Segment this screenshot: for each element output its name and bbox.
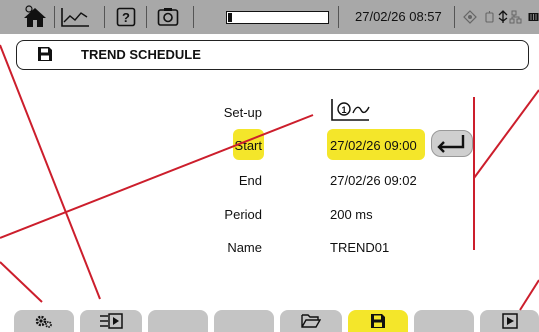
align-play-icon bbox=[100, 313, 123, 329]
home-icon[interactable] bbox=[20, 0, 50, 34]
empty-fkey-4[interactable] bbox=[214, 310, 274, 332]
status-separator bbox=[338, 6, 339, 28]
play-fkey[interactable] bbox=[480, 310, 539, 332]
period-label: Period bbox=[224, 207, 262, 222]
enter-icon bbox=[437, 135, 465, 153]
page-title: TREND SCHEDULE bbox=[81, 47, 201, 62]
annotation-line bbox=[0, 114, 314, 239]
name-value: TREND01 bbox=[330, 240, 390, 255]
datetime: 27/02/26 08:57 bbox=[355, 9, 442, 24]
start-label: Start bbox=[234, 138, 262, 153]
start-value-field[interactable]: 27/02/26 09:00 bbox=[330, 138, 417, 153]
name-label: Name bbox=[227, 240, 262, 255]
annotation-line bbox=[0, 44, 101, 300]
gps-icon bbox=[462, 0, 478, 34]
trend-setup-1-icon[interactable]: 1 bbox=[329, 97, 373, 128]
empty-fkey-3[interactable] bbox=[148, 310, 208, 332]
help-icon[interactable]: ? bbox=[114, 0, 138, 34]
status-separator bbox=[54, 6, 55, 28]
title-bar: TREND SCHEDULE bbox=[16, 40, 529, 70]
battery-level bbox=[228, 13, 233, 22]
annotation-line bbox=[473, 89, 539, 179]
svg-text:1: 1 bbox=[341, 105, 346, 115]
status-bar: ? 27/02/26 08:57 bbox=[0, 0, 539, 34]
usb-network-icon bbox=[484, 0, 524, 34]
settings-fkey[interactable] bbox=[14, 310, 74, 332]
status-separator bbox=[454, 6, 455, 28]
save-icon bbox=[371, 314, 385, 328]
floppy-disk-icon bbox=[37, 46, 53, 67]
end-value: 27/02/26 09:02 bbox=[330, 173, 417, 188]
memory-icon bbox=[528, 0, 539, 34]
camera-icon[interactable] bbox=[155, 0, 181, 34]
svg-text:?: ? bbox=[122, 10, 130, 25]
annotation-line bbox=[519, 279, 539, 311]
status-separator bbox=[146, 6, 147, 28]
battery-indicator bbox=[226, 11, 329, 24]
save-fkey[interactable] bbox=[348, 310, 408, 332]
end-label: End bbox=[238, 173, 262, 188]
period-value: 200 ms bbox=[330, 207, 373, 222]
open-folder-icon bbox=[301, 314, 321, 328]
status-separator bbox=[104, 6, 105, 28]
play-icon bbox=[501, 313, 518, 329]
settings-icon bbox=[35, 315, 52, 328]
annotation-line bbox=[0, 261, 43, 303]
trend-icon[interactable] bbox=[58, 0, 92, 34]
align-play-fkey[interactable] bbox=[80, 310, 142, 332]
status-separator bbox=[193, 6, 194, 28]
empty-fkey-7[interactable] bbox=[414, 310, 474, 332]
open-folder-fkey[interactable] bbox=[280, 310, 342, 332]
enter-button[interactable] bbox=[431, 130, 473, 157]
setup-label: Set-up bbox=[223, 105, 262, 120]
